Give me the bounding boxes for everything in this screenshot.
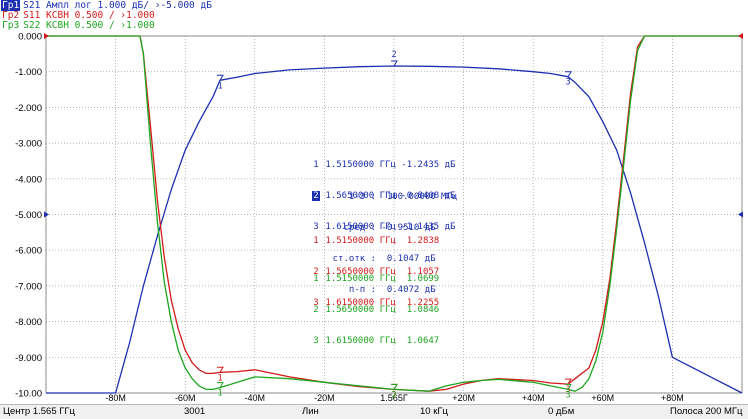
marker-value: 1.0647 bbox=[406, 336, 440, 347]
stat-value: 100.00000 МГц bbox=[386, 191, 458, 202]
y-tick-label: -6.000 bbox=[15, 246, 42, 257]
y-tick-label: -8.000 bbox=[15, 317, 42, 328]
marker-row[interactable]: 1 1.5150000 ГГц 1.0699 bbox=[312, 274, 439, 284]
x-tick-label: +80M bbox=[661, 393, 684, 403]
ref-level-marker bbox=[738, 211, 743, 218]
stat-label: 1-3 : bbox=[348, 191, 376, 202]
marker-label: 2 bbox=[391, 390, 396, 400]
y-tick-label: -9.000 bbox=[15, 353, 42, 364]
marker-freq: 1.5150000 ГГц bbox=[325, 235, 396, 246]
trace-legend: Гр1 S21 Ампл лог 1.000 дБ/ ›-5.000 дБ Гр2… bbox=[0, 0, 748, 32]
trace-3-tag[interactable]: Гр3 bbox=[1, 20, 20, 31]
marker-label: 3 bbox=[565, 78, 570, 88]
y-tick-label: 0.000 bbox=[18, 32, 42, 43]
ref-level-marker bbox=[44, 33, 49, 39]
y-tick-label: -1.000 bbox=[15, 67, 42, 78]
marker-number: 1 bbox=[313, 159, 319, 170]
marker-number: 2 bbox=[313, 305, 319, 316]
stat-row: 1-3 : 100.00000 МГц bbox=[322, 192, 457, 202]
marker-row[interactable]: 1 1.5150000 ГГц -1.2435 дБ bbox=[312, 160, 455, 170]
marker-value: 1.2838 bbox=[406, 235, 440, 246]
x-tick-label: +60M bbox=[591, 393, 614, 403]
x-tick-label: -40M bbox=[245, 393, 266, 403]
marker-row[interactable]: 3 1.6150000 ГГц 1.0647 bbox=[312, 336, 439, 346]
marker-row[interactable]: 1 1.5150000 ГГц 1.2838 bbox=[312, 236, 439, 246]
source-power[interactable]: 0 дБм bbox=[548, 406, 574, 417]
marker-freq: 1.5650000 ГГц bbox=[325, 305, 396, 316]
x-tick-label: +20M bbox=[452, 393, 475, 403]
marker-freq: 1.6150000 ГГц bbox=[325, 336, 396, 347]
marker-number: 1 bbox=[313, 235, 319, 246]
y-axis-ticks: 0.000 -1.000 -2.000 -3.000 -4.000 -5.000 -6.00… bbox=[15, 32, 42, 400]
y-tick-label: -5.000 bbox=[15, 210, 42, 221]
marker-value: 1.0846 bbox=[406, 305, 440, 316]
marker-label: 1 bbox=[217, 373, 222, 383]
center-frequency[interactable]: Центр 1.565 ГГц bbox=[3, 406, 75, 417]
sweep-points[interactable]: 3001 bbox=[184, 406, 205, 417]
ref-level-marker bbox=[44, 211, 49, 218]
x-tick-label: -20M bbox=[314, 393, 335, 403]
trace-3-header[interactable]: Гр3 S22 КСВН 0.500 / ›1.000 bbox=[1, 20, 155, 31]
marker-number: 2 bbox=[312, 191, 320, 202]
x-tick-label: +40M bbox=[522, 393, 545, 403]
marker-label: 2 bbox=[391, 50, 396, 60]
sweep-type[interactable]: Лин bbox=[302, 406, 319, 417]
marker-label: 3 bbox=[565, 390, 570, 400]
marker-row[interactable]: 2 1.5650000 ГГц 1.0846 bbox=[312, 305, 439, 315]
x-tick-label: -80M bbox=[105, 393, 126, 403]
marker-table-s22: 1 1.5150000 ГГц 1.0699 2 1.5650000 ГГц 1… bbox=[312, 253, 439, 357]
status-bar: Центр 1.565 ГГц 3001 Лин 10 кГц 0 дБм По… bbox=[0, 404, 748, 419]
y-tick-label: -10.00 bbox=[15, 389, 42, 400]
frequency-span[interactable]: Полоса 200 МГц bbox=[670, 406, 743, 417]
marker-number: 1 bbox=[313, 273, 319, 284]
trace-3-settings[interactable]: S22 КСВН 0.500 / ›1.000 bbox=[23, 20, 155, 31]
y-tick-label: -3.000 bbox=[15, 139, 42, 150]
if-bandwidth[interactable]: 10 кГц bbox=[420, 406, 448, 417]
marker-flag bbox=[217, 366, 224, 373]
marker-value: -1.2435 дБ bbox=[401, 159, 456, 170]
marker-freq: 1.5150000 ГГц bbox=[325, 273, 396, 284]
marker-number: 3 bbox=[313, 336, 319, 347]
marker-label: 1 bbox=[217, 389, 222, 399]
marker-label: 1 bbox=[217, 81, 222, 91]
y-tick-label: -2.000 bbox=[15, 103, 42, 114]
marker-freq: 1.5150000 ГГц bbox=[325, 159, 396, 170]
x-tick-label: -60M bbox=[175, 393, 196, 403]
y-tick-label: -7.000 bbox=[15, 281, 42, 292]
ref-level-marker bbox=[738, 33, 743, 39]
marker-value: 1.0699 bbox=[406, 273, 440, 284]
y-tick-label: -4.000 bbox=[15, 174, 42, 185]
